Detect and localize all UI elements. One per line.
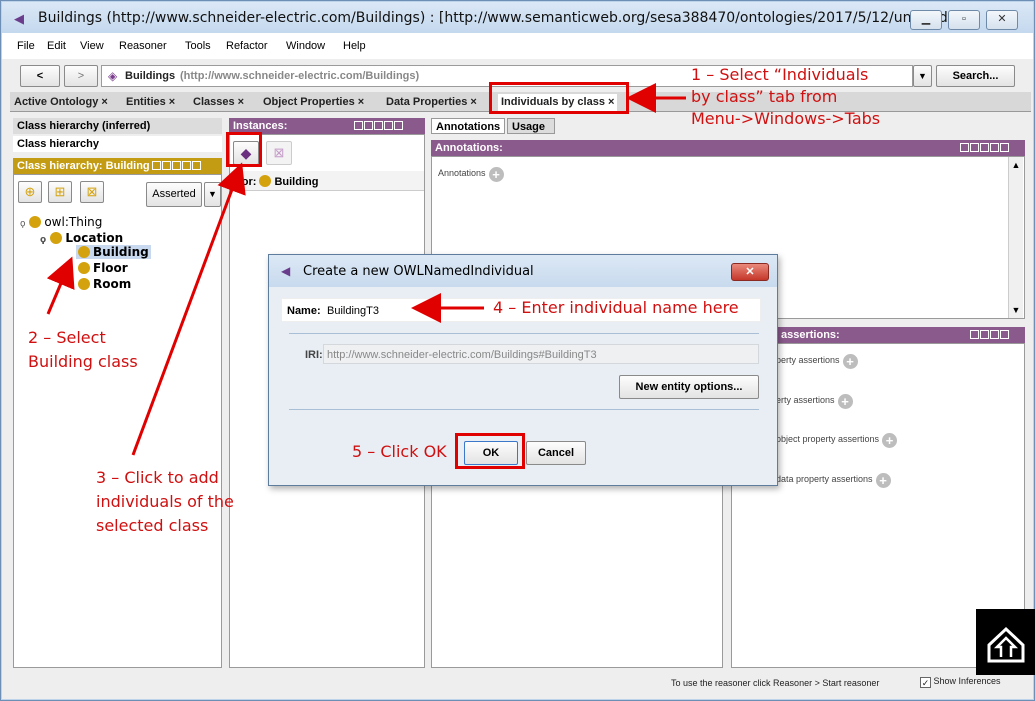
step1-line2: by class” tab from [691,87,838,106]
step1-line1: 1 – Select “Individuals [691,65,869,84]
step5-annotation: 5 – Click OK [352,442,447,461]
step3-line2: individuals of the [96,492,234,511]
corner-badge [976,609,1035,675]
step2-line1: 2 – Select [28,328,106,347]
step2-annotation: 2 – Select Building class [28,326,138,374]
arrow-step3 [131,162,246,456]
step2-line2: Building class [28,352,138,371]
step1-line3: Menu->Windows->Tabs [691,109,881,128]
step1-annotation: 1 – Select “Individuals by class” tab fr… [691,64,880,130]
step3-line1: 3 – Click to add [96,468,219,487]
step3-line3: selected class [96,516,209,535]
step3-annotation: 3 – Click to add individuals of the sele… [96,466,234,538]
home-upload-icon [987,626,1025,663]
arrow-step2 [46,256,75,315]
step4-annotation: 4 – Enter individual name here [493,298,739,317]
